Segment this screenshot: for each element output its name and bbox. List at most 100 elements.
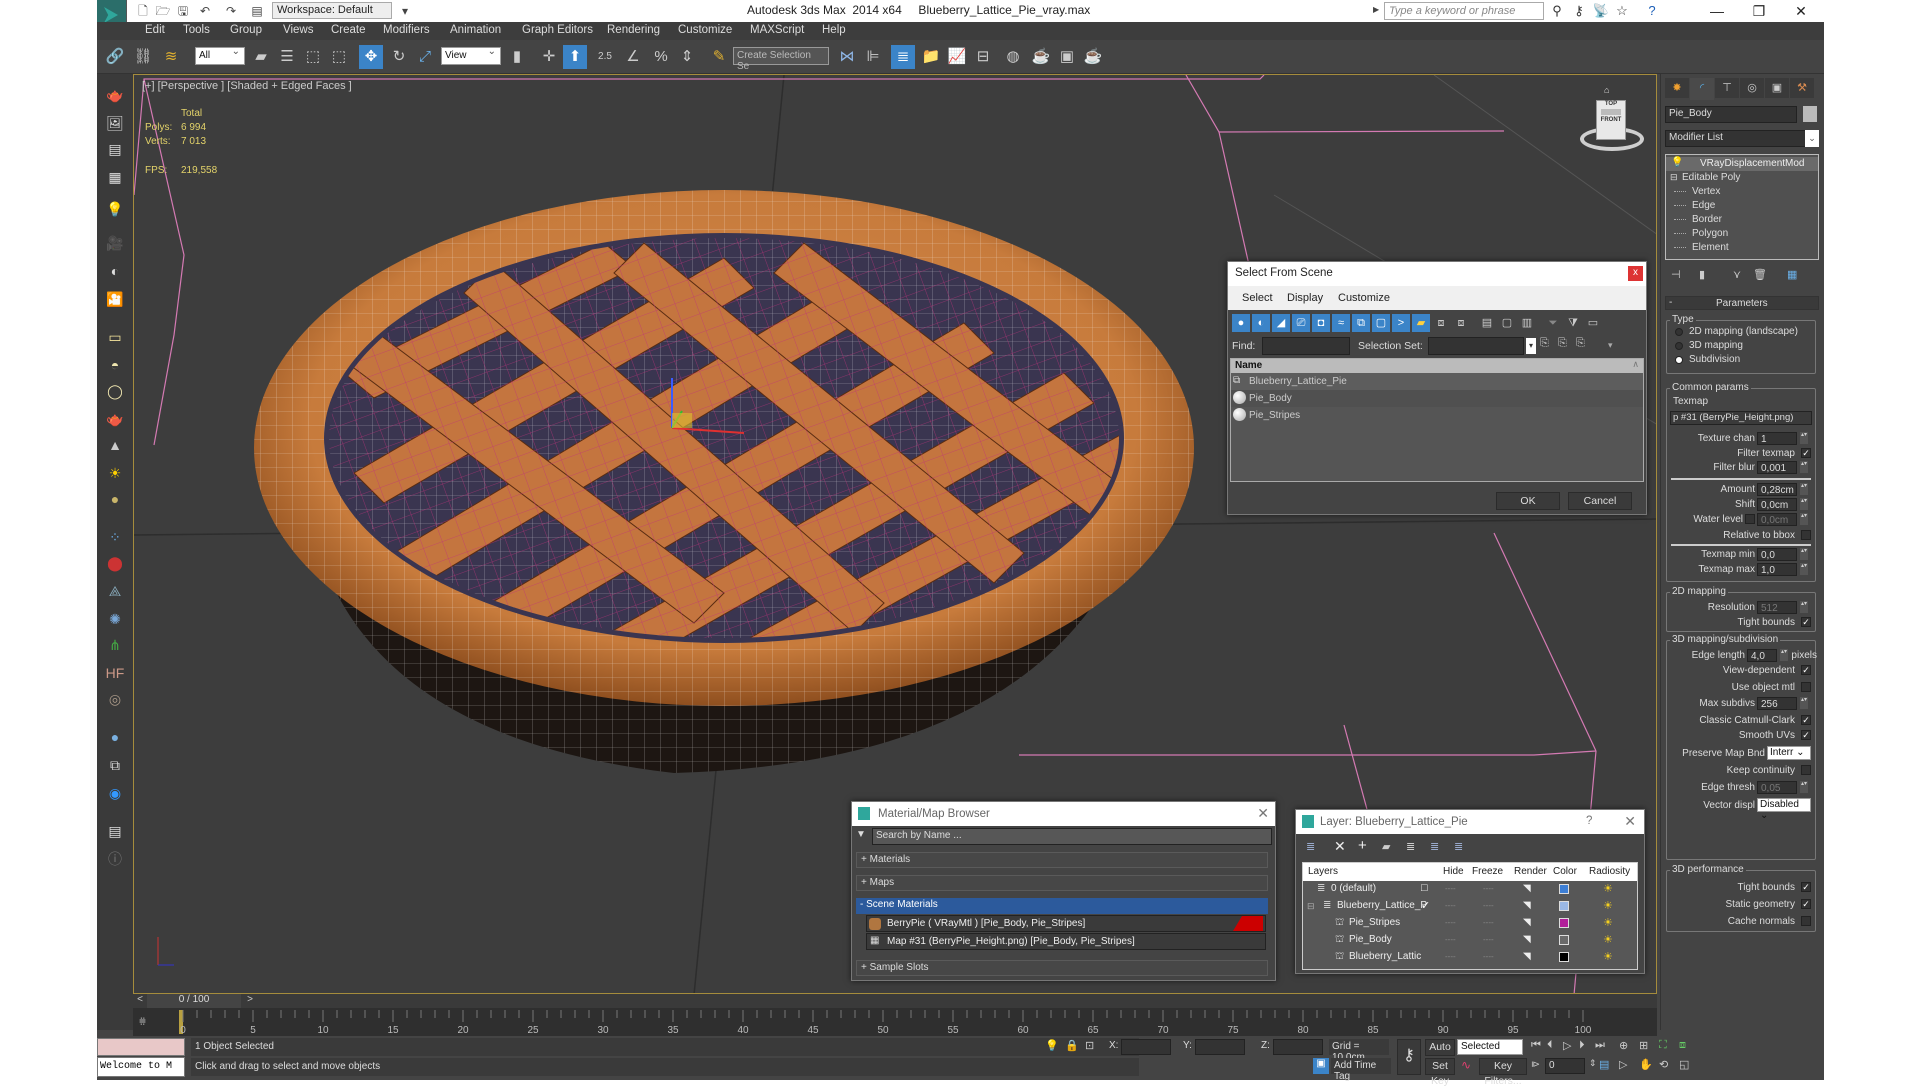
display-spacewarps-icon[interactable]: ≈ — [1332, 314, 1350, 332]
modifier-stack-item[interactable]: 💡 VRayDisplacementMod — [1666, 157, 1818, 171]
save-file-icon[interactable]: 🖫 — [175, 3, 191, 19]
modifier-toggle-bulb-icon[interactable]: 💡 — [1671, 157, 1683, 168]
material-converter-icon[interactable]: ⧉ — [102, 754, 128, 776]
expand-collapse-icon[interactable]: ⊟ — [1670, 172, 1678, 183]
type-radio[interactable] — [1675, 356, 1683, 364]
object-name-input[interactable]: Pie_Body — [1665, 106, 1797, 123]
pin-stack-icon[interactable]: ⊣ — [1671, 268, 1681, 281]
modifier-list-arrow-icon[interactable]: ⌄ — [1805, 130, 1819, 147]
spinner-arrows[interactable]: ▴▾ — [1780, 649, 1788, 661]
make-unique-icon[interactable]: ⋎ — [1733, 268, 1741, 281]
display-groups-icon[interactable]: ⧉ — [1352, 314, 1370, 332]
mini-curve-editor-icon[interactable]: ⩷ — [139, 1013, 146, 1028]
layer-row[interactable]: ⊟ ≣ Blueberry_Lattice_P ✓ ---- ---- ◥ ☀ — [1303, 898, 1637, 915]
key-mode-dropdown[interactable]: Selected — [1457, 1039, 1523, 1055]
radiosity-icon[interactable]: ☀ — [1603, 933, 1613, 946]
object-color-swatch[interactable] — [1803, 106, 1817, 122]
z-coordinate-input[interactable] — [1273, 1039, 1323, 1055]
materials-section[interactable]: + Materials — [856, 852, 1268, 868]
select-set-add-icon[interactable]: ⎘ — [1540, 337, 1549, 350]
key-filters-button[interactable]: Key Filters... — [1479, 1058, 1527, 1087]
texmap-button[interactable]: p #31 (BerryPie_Height.png) — [1670, 411, 1812, 425]
keep-continuity-checkbox[interactable] — [1801, 765, 1811, 775]
create-tab-icon[interactable]: ✸ — [1665, 78, 1689, 98]
select-and-move-icon[interactable]: ✥ — [359, 45, 383, 69]
go-to-start-icon[interactable]: ⏮ — [1531, 1039, 1541, 1052]
spinner-arrows[interactable]: ▴▾ — [1800, 483, 1808, 495]
absolute-mode-transform-icon[interactable]: ⊡ — [1085, 1039, 1094, 1052]
spinner-arrows[interactable]: ▴▾ — [1800, 601, 1808, 613]
vfb-region-icon[interactable]: ◉ — [102, 782, 128, 804]
next-frame-icon[interactable]: ⏵ — [1579, 1039, 1585, 1052]
select-manipulate-icon[interactable]: ✛ — [537, 45, 561, 69]
remove-modifier-icon[interactable]: 🗑 — [1753, 268, 1767, 281]
menu-help[interactable]: Help — [822, 24, 846, 36]
key-icon[interactable]: ⚷ — [1570, 2, 1588, 20]
find-input[interactable] — [1262, 337, 1350, 355]
vector-displ-dropdown[interactable]: Disabled ⌄ — [1757, 798, 1811, 821]
vray-help-icon[interactable]: ⓘ — [102, 848, 128, 870]
material-editor-icon[interactable]: ◍ — [1001, 45, 1025, 69]
spinner-arrows[interactable]: ▴▾ — [1800, 563, 1808, 575]
display-helpers-icon[interactable]: ◘ — [1312, 314, 1330, 332]
align-icon[interactable]: ⊫ — [861, 45, 885, 69]
radiosity-icon[interactable]: ☀ — [1603, 899, 1613, 912]
sun-icon[interactable]: ☀ — [102, 462, 128, 484]
spinner-arrows[interactable]: ▴▾ — [1800, 781, 1808, 793]
display-lights-icon[interactable]: ◢ — [1272, 314, 1290, 332]
close-button[interactable]: ✕ — [1781, 0, 1821, 22]
ambient-light-icon[interactable]: ▲ — [102, 434, 128, 456]
water-level-checkbox[interactable] — [1745, 514, 1755, 524]
max-subdivs-input[interactable]: 256 — [1757, 697, 1797, 710]
time-slider[interactable]: 0 / 100 — [147, 994, 241, 1008]
active-layer-marker[interactable]: ✓ — [1421, 899, 1430, 912]
dialog-menu-customize[interactable]: Customize — [1338, 292, 1390, 304]
layer-row[interactable]: ⛫ Blueberry_Lattic ---- ---- ◥ ☀ — [1303, 949, 1637, 966]
x-coordinate-input[interactable] — [1121, 1039, 1171, 1055]
map-item[interactable]: ▦ Map #31 (BerryPie_Height.png) [Pie_Bod… — [866, 933, 1266, 950]
delete-layer-icon[interactable]: ✕ — [1334, 838, 1346, 855]
modify-tab-icon[interactable]: ◜ — [1690, 78, 1714, 100]
add-to-layer-icon[interactable]: + — [1358, 837, 1367, 854]
dialog-menu-select[interactable]: Select — [1242, 292, 1273, 304]
amount-input[interactable]: 0,28cm — [1757, 483, 1797, 496]
reference-coordinate-dropdown[interactable]: View — [441, 46, 501, 65]
fur-ox-icon[interactable]: ◎ — [102, 688, 128, 710]
column-color[interactable]: Color — [1553, 866, 1577, 877]
percent-snap-icon[interactable]: % — [649, 45, 673, 69]
grass-icon[interactable]: ⋔ — [102, 634, 128, 656]
display-bones-icon[interactable]: > — [1392, 314, 1410, 332]
dome-camera-icon[interactable]: ◐ — [102, 260, 128, 282]
selection-filter-dropdown[interactable]: All — [195, 46, 245, 65]
list-item[interactable]: ⧉ Blueberry_Lattice_Pie — [1231, 373, 1643, 390]
render-production-icon[interactable]: ☕ — [1081, 45, 1105, 69]
hide-toggle[interactable]: ---- — [1445, 884, 1456, 893]
select-and-link-icon[interactable]: 🔗 — [103, 45, 127, 69]
view-dependent-checkbox[interactable]: ✓ — [1801, 665, 1811, 675]
binoculars-icon[interactable]: ⚲ — [1548, 2, 1566, 20]
play-icon[interactable]: ▷ — [1563, 1039, 1571, 1052]
spinner-arrows[interactable]: ▴▾ — [1800, 461, 1808, 473]
render-toggle-icon[interactable]: ◥ — [1523, 934, 1531, 945]
dialog-menu-display[interactable]: Display — [1287, 292, 1323, 304]
list-item[interactable]: Pie_Stripes — [1231, 407, 1643, 424]
quick-access-menu-icon[interactable]: ▾ — [397, 3, 413, 19]
viewcube-cube[interactable]: TOP FRONT — [1596, 100, 1626, 140]
plane-light-icon[interactable]: ▭ — [102, 326, 128, 348]
configure-modifier-sets-icon[interactable]: ▦ — [1787, 268, 1797, 281]
hide-toggle[interactable]: ---- — [1445, 952, 1456, 961]
highlight-layers-icon[interactable]: ≣ — [1406, 840, 1415, 853]
hierarchy-tab-icon[interactable]: ⊤ — [1715, 78, 1739, 98]
maximize-viewport-toggle-icon[interactable]: ◱ — [1679, 1058, 1689, 1071]
texture-chan-input[interactable]: 1 — [1757, 432, 1797, 445]
go-to-end-icon[interactable]: ⏭ — [1595, 1039, 1605, 1052]
named-selection-set-dropdown[interactable]: Create Selection Se — [733, 46, 829, 72]
rectangular-selection-icon[interactable]: ⬚ — [301, 45, 325, 69]
selection-lock-icon[interactable]: 🔒 — [1065, 1039, 1079, 1052]
plane-object-icon[interactable]: ⟁ — [102, 580, 128, 602]
radiosity-icon[interactable]: ☀ — [1603, 950, 1613, 963]
proxy-icon[interactable]: ⁘ — [102, 526, 128, 548]
texmap-max-input[interactable]: 1,0 — [1757, 563, 1797, 576]
radiosity-icon[interactable]: ☀ — [1603, 916, 1613, 929]
static-geometry-checkbox[interactable]: ✓ — [1801, 899, 1811, 909]
